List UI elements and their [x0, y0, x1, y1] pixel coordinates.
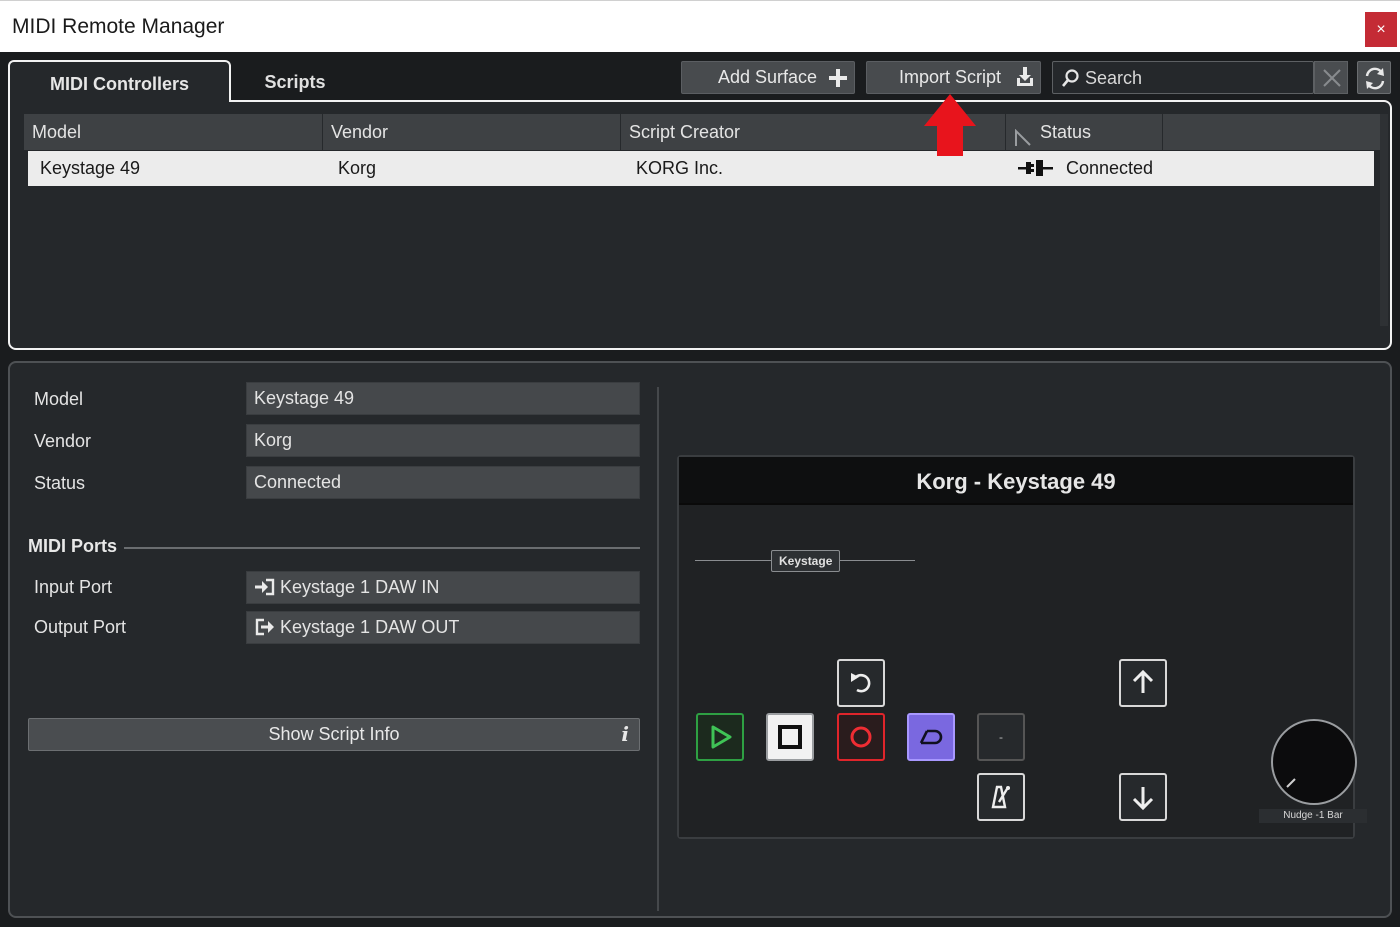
- arrow-down-icon: [1132, 787, 1154, 811]
- down-button[interactable]: [1119, 773, 1167, 821]
- device-label: Keystage: [771, 550, 841, 572]
- section-divider: [124, 547, 640, 549]
- cell-model: Keystage 49: [40, 158, 141, 178]
- model-field: Keystage 49: [246, 382, 640, 415]
- tab-midi-controllers[interactable]: MIDI Controllers: [8, 60, 231, 102]
- metronome-icon: [991, 785, 1010, 809]
- plug-connected-icon: [1018, 159, 1054, 177]
- import-icon: [1013, 62, 1037, 103]
- column-header-vendor[interactable]: Vendor: [323, 114, 621, 150]
- controllers-panel: Model Vendor Script Creator Status Keyst…: [8, 100, 1392, 350]
- vendor-label: Vendor: [34, 431, 92, 451]
- undo-button[interactable]: [837, 659, 885, 707]
- undo-icon: [851, 673, 871, 693]
- knob-indicator-icon: [1286, 778, 1296, 788]
- close-button[interactable]: ×: [1365, 12, 1397, 47]
- column-header-status[interactable]: Status: [1006, 114, 1163, 150]
- column-header-model[interactable]: Model: [24, 114, 323, 150]
- input-port-label: Input Port: [34, 577, 113, 597]
- sort-icon: [1014, 123, 1032, 146]
- search-clear-button[interactable]: [1314, 61, 1348, 94]
- status-label: Status: [34, 473, 86, 493]
- midi-remote-manager-window: MIDI Remote Manager × MIDI Controllers S…: [0, 0, 1400, 927]
- import-script-button[interactable]: Import Script: [866, 61, 1041, 94]
- cell-status: Connected: [1066, 158, 1154, 178]
- add-surface-label: Add Surface: [718, 67, 818, 87]
- dash-button[interactable]: -: [977, 713, 1025, 761]
- record-icon: [850, 726, 872, 748]
- knob-label: Nudge -1 Bar: [1259, 809, 1367, 823]
- device-line-right: [837, 560, 915, 561]
- search-box: [1052, 61, 1314, 94]
- plus-icon: [826, 62, 850, 103]
- window-title: MIDI Remote Manager: [12, 15, 225, 38]
- metronome-button[interactable]: [977, 773, 1025, 821]
- show-script-info-button[interactable]: Show Script Info i: [28, 718, 640, 751]
- table-scrollbar[interactable]: [1380, 114, 1388, 326]
- output-port-field[interactable]: Keystage 1 DAW OUT: [246, 611, 640, 644]
- details-panel: Model Keystage 49 Vendor Korg Status Con…: [8, 361, 1392, 918]
- refresh-icon: [1365, 67, 1385, 90]
- output-port-label: Output Port: [34, 617, 127, 637]
- play-icon: [711, 725, 732, 749]
- cell-vendor: Korg: [338, 158, 377, 178]
- search-input[interactable]: [1085, 66, 1305, 90]
- cycle-icon: [919, 729, 943, 745]
- close-icon: [1323, 69, 1341, 87]
- info-icon: i: [621, 722, 629, 746]
- up-button[interactable]: [1119, 659, 1167, 707]
- surface-canvas: Keystage - Nudge -1 Bar: [679, 503, 1367, 837]
- record-button[interactable]: [837, 713, 885, 761]
- port-out-icon: [254, 615, 276, 636]
- cycle-button[interactable]: [907, 713, 955, 761]
- table-header: Model Vendor Script Creator Status: [24, 114, 1388, 150]
- status-header-label: Status: [1040, 122, 1092, 142]
- surface-title: Korg - Keystage 49: [679, 457, 1353, 503]
- midi-ports-heading: MIDI Ports: [28, 536, 118, 556]
- arrow-up-icon: [1132, 669, 1154, 693]
- nudge-knob[interactable]: [1271, 719, 1357, 805]
- surface-preview: Korg - Keystage 49 Keystage - Nudge -1 B…: [677, 455, 1367, 839]
- input-port-field[interactable]: Keystage 1 DAW IN: [246, 571, 640, 604]
- add-surface-button[interactable]: Add Surface: [681, 61, 855, 94]
- red-arrow-icon: [922, 94, 978, 158]
- stop-icon: [778, 725, 802, 749]
- play-button[interactable]: [696, 713, 744, 761]
- model-label: Model: [34, 389, 84, 409]
- tab-scripts[interactable]: Scripts: [232, 60, 358, 102]
- refresh-button[interactable]: [1357, 61, 1391, 94]
- cell-script-creator: KORG Inc.: [636, 158, 724, 178]
- status-field: Connected: [246, 466, 640, 499]
- title-bar: MIDI Remote Manager ×: [0, 0, 1400, 52]
- stop-button[interactable]: [766, 713, 814, 761]
- input-port-value: Keystage 1 DAW IN: [280, 577, 440, 597]
- show-script-info-label: Show Script Info: [268, 724, 400, 744]
- panel-divider: [657, 387, 659, 911]
- search-icon: [1061, 68, 1081, 88]
- import-script-label: Import Script: [899, 67, 1002, 87]
- vendor-field: Korg: [246, 424, 640, 457]
- device-line-left: [695, 560, 773, 561]
- port-in-icon: [254, 575, 276, 596]
- table-row[interactable]: Keystage 49 Korg KORG Inc. Connected: [28, 151, 1374, 186]
- output-port-value: Keystage 1 DAW OUT: [280, 617, 460, 637]
